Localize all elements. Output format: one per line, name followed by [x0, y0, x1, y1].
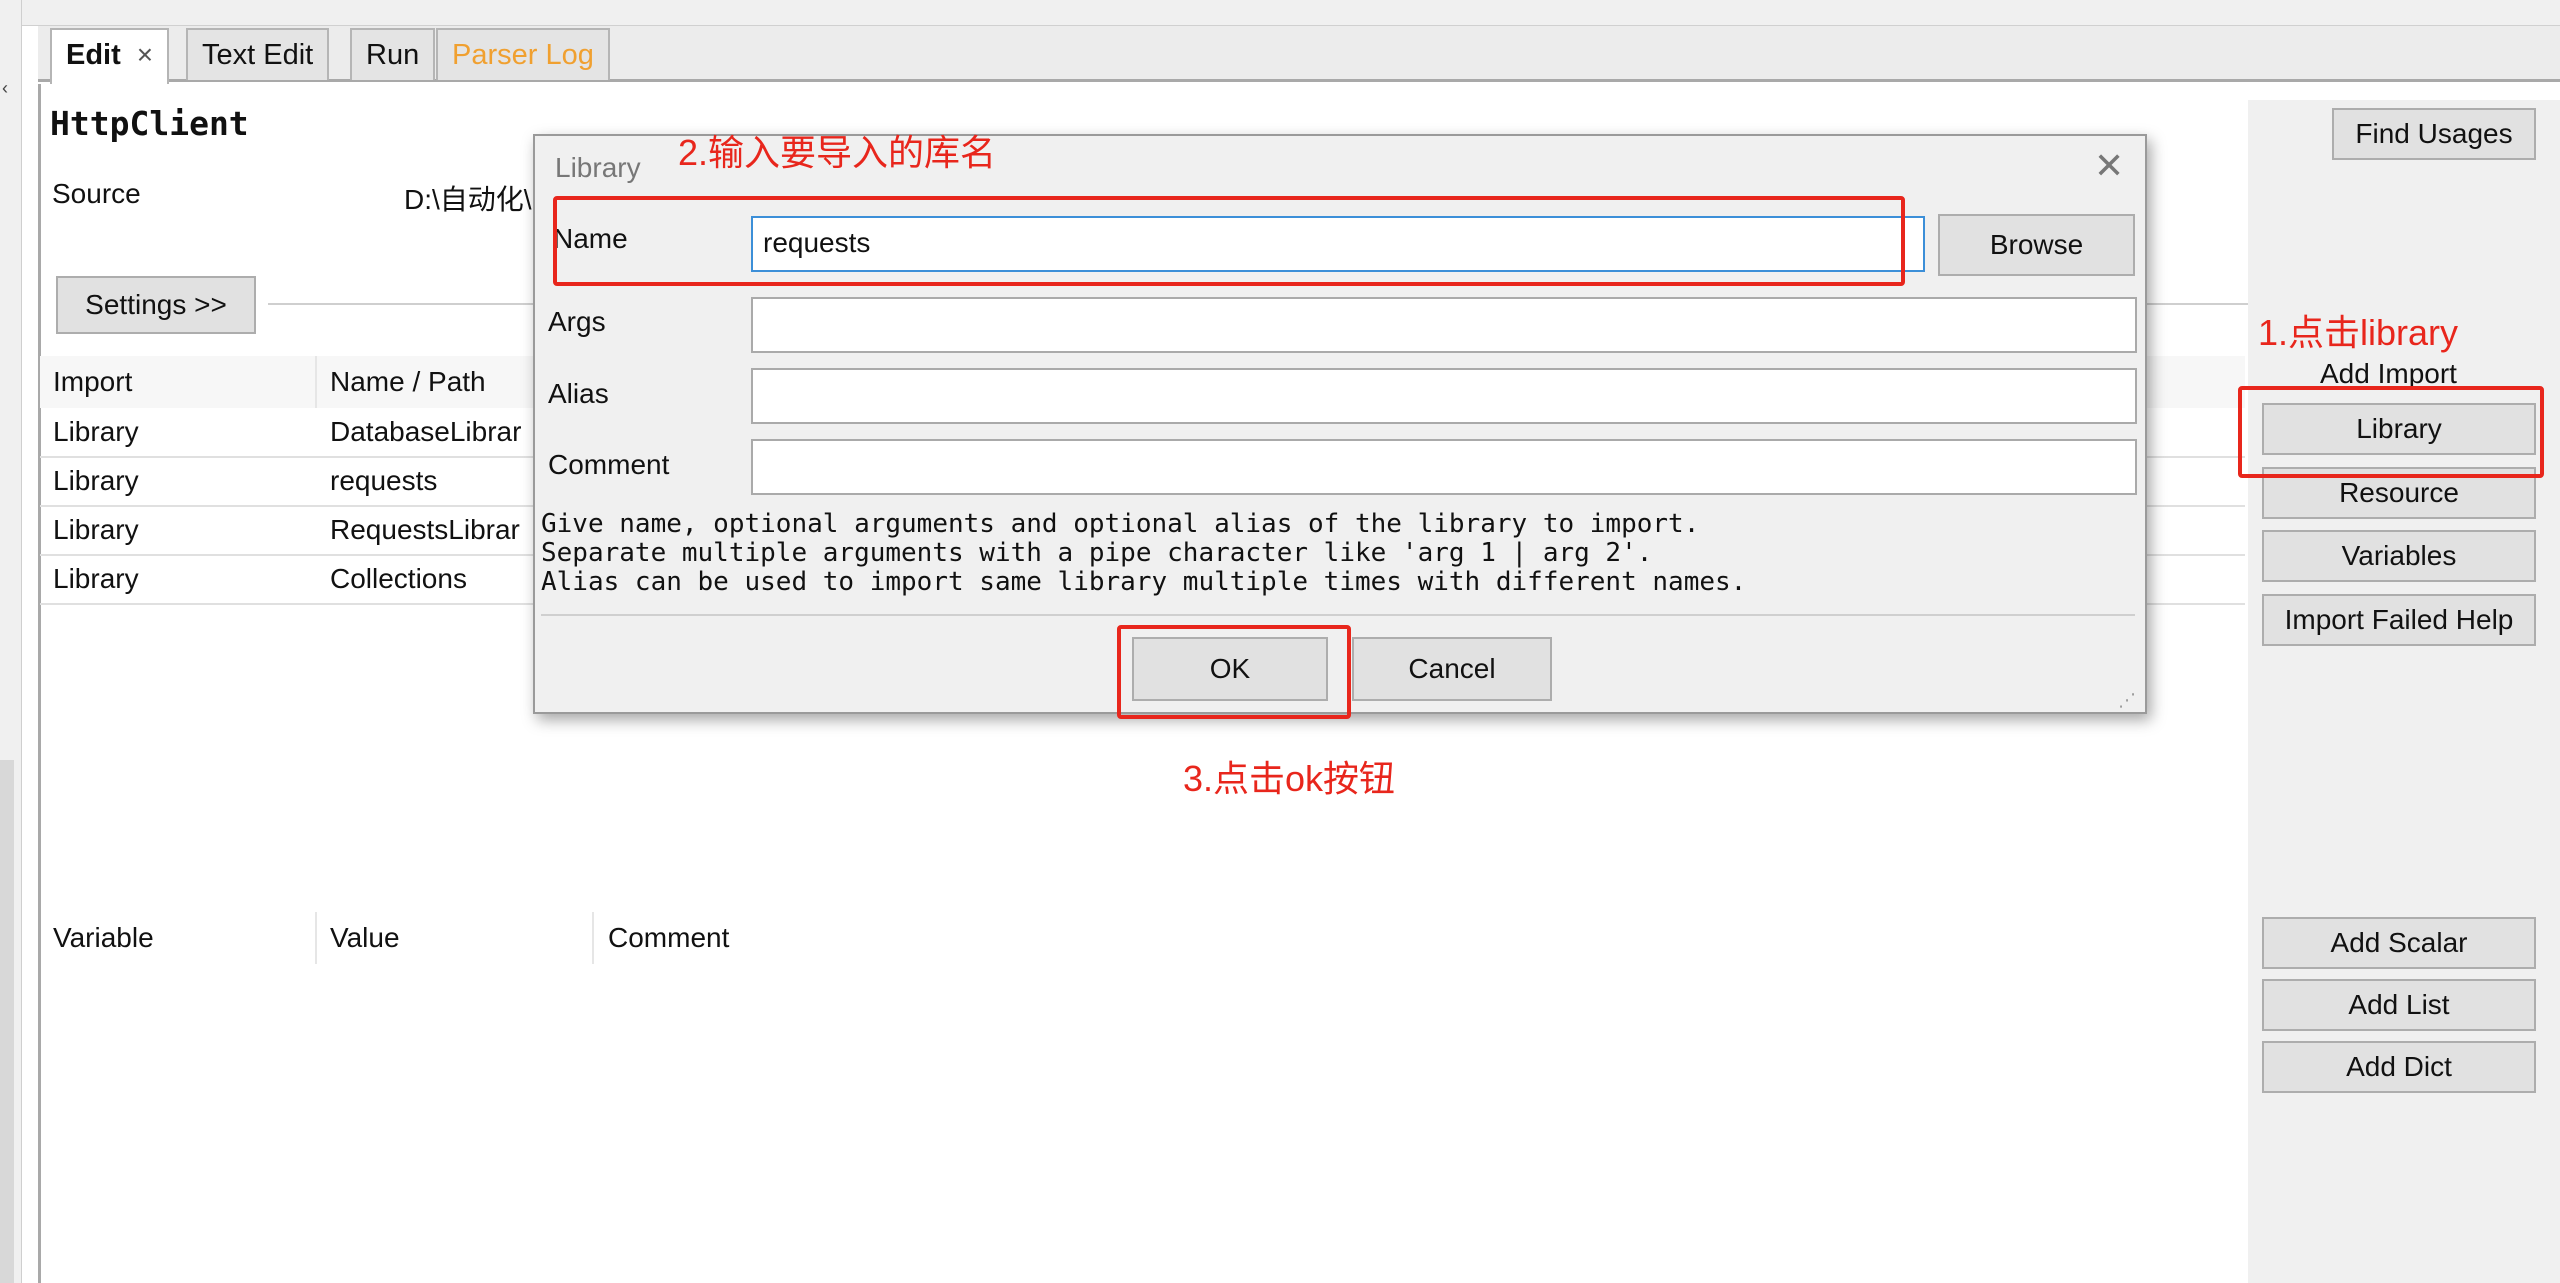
close-icon[interactable]: ✕: [2094, 145, 2124, 187]
import-type: Library: [53, 514, 139, 545]
import-column-header: Import: [53, 366, 133, 397]
name-path-column-header: Name / Path: [330, 366, 486, 397]
collapse-caret-icon[interactable]: ‹: [2, 78, 8, 99]
add-dict-button[interactable]: Add Dict: [2262, 1041, 2536, 1093]
comment-field[interactable]: [751, 439, 2137, 495]
resize-grip-icon[interactable]: ⋰: [2118, 690, 2136, 711]
tab-text-edit[interactable]: Text Edit: [186, 28, 330, 80]
annotation-step2: 2.输入要导入的库名: [678, 132, 997, 173]
import-name: Collections: [330, 563, 467, 594]
import-failed-help-button[interactable]: Import Failed Help: [2262, 594, 2536, 646]
source-label: Source: [52, 178, 141, 209]
column-divider: [315, 912, 317, 964]
variable-column-header: Variable: [53, 922, 154, 953]
comment-label: Comment: [548, 449, 670, 480]
tab-edit-label: Edit: [66, 39, 121, 71]
import-name: RequestsLibrar: [330, 514, 520, 545]
add-scalar-button[interactable]: Add Scalar: [2262, 917, 2536, 969]
annotation-box-name: [553, 196, 1905, 286]
import-type: Library: [53, 563, 139, 594]
import-name: DatabaseLibrar: [330, 416, 522, 447]
alias-label: Alias: [548, 378, 609, 409]
args-label: Args: [548, 306, 606, 337]
tab-run-label: Run: [366, 39, 420, 71]
value-column-header: Value: [330, 922, 400, 953]
close-icon[interactable]: ×: [137, 39, 153, 70]
import-type: Library: [53, 465, 139, 496]
annotation-step1: 1.点击library: [2258, 312, 2459, 353]
alias-field[interactable]: [751, 368, 2137, 424]
import-name: requests: [330, 465, 438, 496]
right-button-column: [2248, 100, 2560, 1283]
dialog-title: Library: [555, 152, 641, 183]
tab-parser-log[interactable]: Parser Log: [436, 28, 610, 80]
tab-text-edit-label: Text Edit: [202, 39, 314, 71]
settings-button[interactable]: Settings >>: [56, 276, 256, 334]
comment-column-header: Comment: [608, 922, 730, 953]
annotation-step3: 3.点击ok按钮: [1183, 758, 1396, 799]
help-text: Give name, optional arguments and option…: [541, 509, 1747, 597]
find-usages-button[interactable]: Find Usages: [2332, 108, 2536, 160]
variables-button[interactable]: Variables: [2262, 530, 2536, 582]
page-title: HttpClient: [50, 104, 249, 143]
tab-edit[interactable]: Edit ×: [50, 28, 170, 84]
tab-parser-log-label: Parser Log: [452, 39, 594, 71]
top-strip: [22, 0, 2560, 26]
source-value: D:\自动化\: [404, 184, 532, 215]
gutter-scrollbar[interactable]: [0, 760, 14, 1283]
args-field[interactable]: [751, 297, 2137, 353]
cancel-button[interactable]: Cancel: [1352, 637, 1552, 701]
column-divider: [315, 356, 317, 408]
annotation-box-ok: [1117, 625, 1351, 719]
tab-run[interactable]: Run: [350, 28, 436, 80]
browse-button[interactable]: Browse: [1938, 214, 2135, 276]
column-divider: [592, 912, 594, 964]
add-list-button[interactable]: Add List: [2262, 979, 2536, 1031]
dialog-divider: [541, 614, 2135, 616]
annotation-box-library: [2238, 386, 2544, 478]
import-type: Library: [53, 416, 139, 447]
